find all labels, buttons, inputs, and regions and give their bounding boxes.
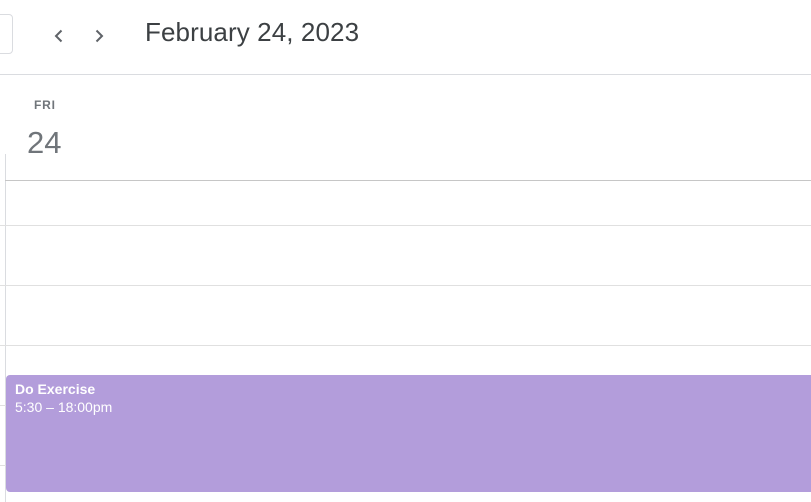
- previous-day-button[interactable]: [42, 19, 76, 53]
- chevron-right-icon: [95, 29, 104, 43]
- calendar-day-view: February 24, 2023 FRI 24 Do Exercise 5:3…: [0, 0, 811, 502]
- day-number[interactable]: 24: [27, 125, 61, 161]
- hour-gridline: [0, 225, 811, 226]
- event-time: 5:30 – 18:00pm: [15, 399, 113, 415]
- event-block[interactable]: Do Exercise 5:30 – 18:00pm: [6, 375, 811, 492]
- hour-gridline: [0, 345, 811, 346]
- grid-header-divider: [5, 180, 811, 181]
- chevron-left-icon: [54, 29, 63, 43]
- hour-gridline: [0, 285, 811, 286]
- today-button[interactable]: [0, 14, 13, 54]
- next-day-button[interactable]: [82, 19, 116, 53]
- event-title: Do Exercise: [15, 381, 96, 397]
- day-of-week-label: FRI: [34, 98, 56, 112]
- calendar-header: February 24, 2023: [0, 0, 811, 75]
- day-column-header: FRI 24: [0, 75, 811, 180]
- current-date-title: February 24, 2023: [145, 17, 360, 47]
